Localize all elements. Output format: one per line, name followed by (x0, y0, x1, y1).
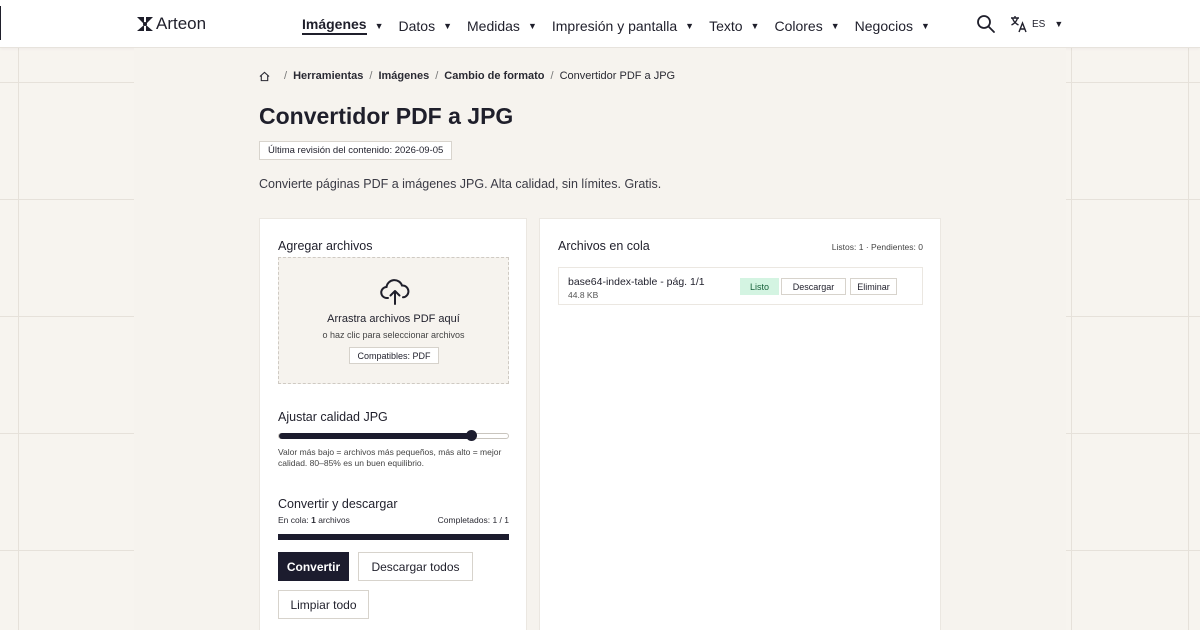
delete-file-button[interactable]: Eliminar (850, 278, 897, 295)
quality-slider-thumb[interactable] (466, 430, 478, 441)
chevron-down-icon: ▼ (921, 20, 930, 31)
page-title: Convertidor PDF a JPG (259, 103, 514, 129)
translate-icon (1011, 16, 1027, 33)
add-files-title: Agregar archivos (278, 239, 373, 253)
nav-item-datos[interactable]: Datos ▼ (399, 16, 453, 35)
queue-stats: Listos: 1 · Pendientes: 0 (831, 242, 923, 252)
clear-all-button[interactable]: Limpiar todo (278, 590, 369, 619)
language-code: ES (1032, 18, 1046, 30)
breadcrumb-separator: / (435, 70, 439, 82)
language-selector[interactable]: ES ▼ (1010, 15, 1063, 33)
quality-help-text: Valor más bajo = archivos más pequeños, … (278, 447, 502, 468)
chevron-down-icon: ▼ (1054, 19, 1064, 29)
chevron-down-icon: ▼ (830, 20, 840, 31)
breadcrumb-separator: / (369, 70, 373, 82)
converter-card: Agregar archivos Arrastra archivos PDF a… (259, 218, 527, 630)
queue-number: 1 (311, 515, 316, 525)
nav-label: Colores (774, 17, 823, 34)
supported-formats-badge: Compatibles: PDF (349, 347, 439, 364)
nav-item-imagenes[interactable]: Imágenes ▼ (302, 16, 384, 35)
chevron-down-icon: ▼ (443, 20, 453, 31)
quality-slider[interactable] (278, 430, 509, 441)
nav-label: Imágenes (302, 16, 367, 35)
queue-status-row: En cola: 1 archivos Completados: 1 / 1 (278, 515, 509, 525)
list-item: base64-index-table - pág. 1/1 44.8 KB Li… (558, 267, 923, 305)
nav-item-colores[interactable]: Colores ▼ (774, 16, 839, 35)
file-size: 44.8 KB (568, 290, 599, 300)
nav-label: Texto (709, 17, 743, 34)
dropzone-subtitle: o haz clic para seleccionar archivos (322, 330, 465, 340)
queue-suffix: archivos (318, 515, 350, 525)
quality-title: Ajustar calidad JPG (278, 410, 388, 424)
breadcrumb: / Herramientas / Imágenes / Cambio de fo… (259, 70, 675, 82)
dropzone-title: Arrastra archivos PDF aquí (327, 313, 460, 325)
breadcrumb-link-herramientas[interactable]: Herramientas (293, 70, 363, 82)
chevron-down-icon: ▼ (750, 20, 760, 31)
brand-name: Arteon (156, 14, 207, 33)
convert-button[interactable]: Convertir (278, 552, 349, 581)
quality-slider-fill (279, 433, 472, 439)
nav-item-impresion[interactable]: Impresión y pantalla ▼ (552, 16, 694, 35)
breadcrumb-separator: / (284, 70, 288, 82)
brand-mark-icon (137, 17, 153, 31)
main-nav: Imágenes ▼ Datos ▼ Medidas ▼ Impresión y… (302, 16, 945, 35)
nav-label: Negocios (854, 17, 914, 34)
breadcrumb-link-cambio-formato[interactable]: Cambio de formato (444, 70, 544, 82)
window-edge (0, 6, 1, 40)
top-navbar: Arteon Imágenes ▼ Datos ▼ Medidas ▼ Impr… (0, 0, 1200, 48)
queue-title: Archivos en cola (558, 239, 650, 253)
breadcrumb-separator: / (550, 70, 554, 82)
chevron-down-icon: ▼ (374, 20, 384, 31)
brand-logo[interactable]: Arteon (137, 14, 206, 34)
home-icon[interactable] (259, 71, 270, 82)
status-badge: Listo (740, 278, 779, 295)
nav-label: Datos (398, 17, 436, 34)
nav-label: Impresión y pantalla (551, 17, 678, 34)
download-file-button[interactable]: Descargar (781, 278, 846, 295)
chevron-down-icon: ▼ (685, 20, 695, 31)
breadcrumb-link-imagenes[interactable]: Imágenes (378, 70, 429, 82)
nav-item-negocios[interactable]: Negocios ▼ (855, 16, 930, 35)
progress-fill (278, 534, 509, 540)
nav-item-medidas[interactable]: Medidas ▼ (467, 16, 537, 35)
conversion-progress-bar (278, 534, 509, 540)
queue-card: Archivos en cola Listos: 1 · Pendientes:… (539, 218, 941, 630)
nav-label: Medidas (467, 17, 520, 34)
breadcrumb-current: Convertidor PDF a JPG (559, 70, 676, 82)
nav-item-texto[interactable]: Texto ▼ (709, 16, 759, 35)
revision-badge: Última revisión del contenido: 2026-09-0… (259, 141, 453, 160)
search-icon[interactable] (976, 14, 996, 34)
cloud-upload-icon (380, 279, 410, 305)
page-subtitle: Convierte páginas PDF a imágenes JPG. Al… (259, 177, 662, 191)
queue-label: En cola: (278, 515, 309, 525)
download-all-button[interactable]: Descargar todos (358, 552, 473, 581)
file-name: base64-index-table - pág. 1/1 (568, 276, 705, 288)
chevron-down-icon: ▼ (527, 20, 537, 31)
queue-count: En cola: 1 archivos (278, 515, 350, 525)
convert-title: Convertir y descargar (278, 497, 398, 511)
file-dropzone[interactable]: Arrastra archivos PDF aquí o haz clic pa… (278, 257, 509, 384)
completed-count: Completados: 1 / 1 (437, 515, 509, 525)
